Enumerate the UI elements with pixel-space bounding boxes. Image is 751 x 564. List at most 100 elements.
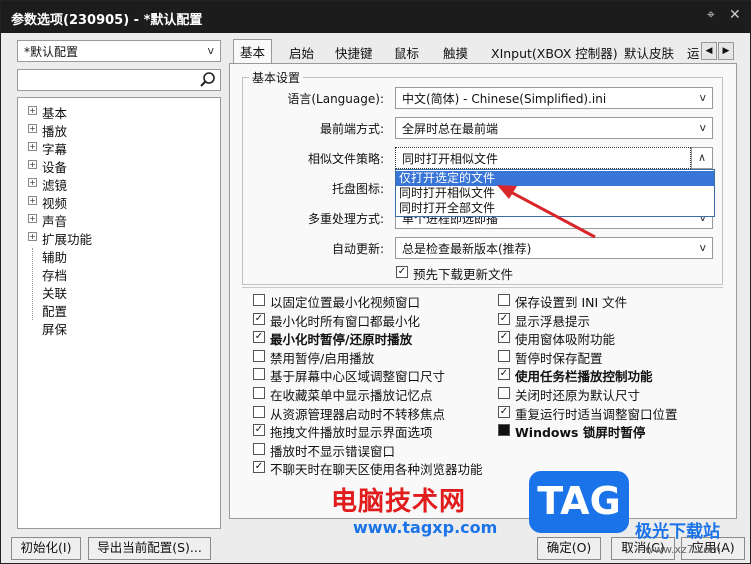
expand-icon[interactable]: + — [28, 214, 37, 223]
topmost-label: 最前端方式: — [319, 122, 384, 136]
preferences-window: 参数选项(230905) - *默认配置 ⌖ ✕ *默认配置 v + 基本 + 播放 +… — [0, 0, 751, 564]
option-label: 保存设置到 INI 文件 — [515, 295, 628, 310]
ok-button[interactable]: 确定(O) — [537, 537, 601, 560]
option-label: 最小化时所有窗口都最小化 — [270, 313, 421, 329]
tree-item-label: 关联 — [42, 286, 68, 301]
checkbox-box — [253, 349, 265, 362]
watermark-site-name: 电脑技术网 — [331, 487, 467, 517]
chevron-down-icon: v — [699, 91, 706, 104]
tab-xinput[interactable]: XInput(XBOX 控制器) — [485, 41, 624, 63]
similar-files-value: 同时打开相似文件 — [402, 152, 499, 166]
tree-item-label: 存档 — [42, 268, 68, 283]
tab-default-skin[interactable]: 默认皮肤 — [618, 41, 680, 63]
checkbox-box — [498, 349, 510, 362]
expand-icon[interactable]: + — [28, 160, 37, 169]
option-label: 基于屏幕中心区域调整窗口尺寸 — [270, 369, 446, 385]
tab-strip: 基本 启始 快捷键 鼠标 触摸 XInput(XBOX 控制器) 默认皮肤 运 … — [229, 39, 737, 64]
checkbox-box — [253, 387, 265, 399]
expand-icon[interactable]: + — [28, 106, 37, 115]
topmost-select[interactable]: 全屏时总在最前端 v — [395, 117, 713, 139]
chevron-down-icon: v — [699, 241, 706, 254]
topmost-value: 全屏时总在最前端 — [402, 122, 499, 136]
option-label: 使用任务栏播放控制功能 — [515, 369, 653, 385]
checkbox-box — [253, 368, 265, 381]
checkbox-box: ✓ — [253, 331, 265, 344]
watermark-right-url: www.xz7.com — [645, 543, 721, 556]
checkbox-box: ✓ — [498, 405, 510, 418]
checkbox-box: ✓ — [253, 312, 265, 325]
option-label: Windows 锁屏时暂停 — [515, 425, 646, 441]
tab-startup[interactable]: 启始 — [283, 41, 320, 63]
checkbox-box — [253, 442, 265, 455]
checkbox-box: ✓ — [253, 461, 265, 474]
tab-shortcuts[interactable]: 快捷键 — [329, 41, 379, 63]
tab-more[interactable]: 运 — [685, 41, 699, 63]
checkbox-box — [498, 294, 510, 306]
auto-update-label: 自动更新: — [331, 242, 384, 256]
option-label: 使用窗体吸附功能 — [515, 332, 616, 348]
tab-scroll-right-icon[interactable]: ▶ — [718, 42, 734, 60]
export-config-button[interactable]: 导出当前配置(S)... — [88, 537, 211, 560]
title-bar: 参数选项(230905) - *默认配置 ⌖ ✕ — [1, 1, 751, 33]
tree-item-label: 配置 — [42, 304, 68, 319]
tree-item-label: 滤镜 — [42, 178, 68, 193]
option-label: 重复运行时适当调整窗口位置 — [515, 406, 678, 422]
expand-icon[interactable]: + — [28, 196, 37, 205]
expand-icon[interactable]: + — [28, 124, 37, 133]
tree-item-label: 辅助 — [42, 250, 68, 265]
option-label: 拖拽文件播放时显示界面选项 — [270, 425, 433, 441]
similar-files-label: 相似文件策略: — [307, 152, 384, 166]
reset-button[interactable]: 初始化(I) — [11, 537, 81, 560]
watermark-site-url: www.tagxp.com — [353, 518, 498, 537]
option-label: 以固定位置最小化视频窗口 — [270, 295, 421, 310]
tree-item-label: 字幕 — [42, 142, 68, 157]
language-label: 语言(Language): — [287, 92, 384, 106]
option-label: 在收藏菜单中显示播放记忆点 — [270, 388, 433, 403]
section-divider — [242, 287, 723, 288]
checkbox-box — [498, 387, 510, 399]
basic-settings-title: 基本设置 — [249, 69, 304, 86]
tab-touch[interactable]: 触摸 — [437, 41, 474, 63]
tree-item-label: 声音 — [42, 214, 68, 229]
profile-select-value: *默认配置 — [24, 45, 79, 59]
close-icon[interactable]: ✕ — [729, 7, 741, 23]
tree-item-label: 播放 — [42, 124, 68, 139]
profile-select[interactable]: *默认配置 v — [17, 40, 221, 62]
option-label: 播放时不显示错误窗口 — [270, 443, 396, 459]
settings-tree: + 基本 + 播放 + 字幕 + 设备 + 滤镜 + 视频 + 声音 + 扩展功能 辅助 存档 关联 配置 屏保 — [17, 97, 221, 529]
tab-mouse[interactable]: 鼠标 — [388, 41, 425, 63]
option-label: 暂停时保存配置 — [515, 350, 603, 366]
expand-icon[interactable]: + — [28, 178, 37, 187]
language-select[interactable]: 中文(简体) - Chinese(Simplified).ini v — [395, 87, 713, 109]
pin-icon[interactable]: ⌖ — [707, 7, 715, 23]
checkbox-box: ✓ — [396, 266, 408, 278]
tab-basic[interactable]: 基本 — [233, 39, 273, 64]
search-input[interactable] — [17, 69, 221, 91]
auto-update-value: 总是检查最新版本(推荐) — [402, 242, 532, 256]
similar-files-select[interactable]: 同时打开相似文件 — [395, 147, 691, 169]
language-value: 中文(简体) - Chinese(Simplified).ini — [402, 92, 607, 106]
predownload-label: 预先下载更新文件 — [413, 267, 514, 282]
tray-icon-label: 托盘图标: — [331, 182, 384, 196]
checkbox-box: ✓ — [498, 368, 510, 381]
checkbox-box — [498, 424, 510, 437]
tree-item-label: 基本 — [42, 106, 68, 121]
watermark-logo-text: TAG — [537, 479, 621, 523]
checkbox-box — [253, 294, 265, 306]
option-label: 禁用暂停/启用播放 — [270, 350, 375, 366]
expand-icon[interactable]: + — [28, 232, 37, 241]
similar-files-toggle[interactable]: ∧ — [691, 147, 713, 169]
tree-item-label: 视频 — [42, 196, 68, 211]
search-icon[interactable] — [199, 71, 217, 89]
tree-item-label: 屏保 — [42, 322, 68, 337]
tab-scroll-left-icon[interactable]: ◀ — [701, 42, 717, 60]
checkbox-box: ✓ — [498, 312, 510, 325]
option-label: 关闭时还原为默认尺寸 — [515, 388, 641, 403]
chevron-down-icon: v — [207, 44, 214, 57]
option-label: 从资源管理器启动时不转移焦点 — [270, 406, 446, 422]
watermark-right-name: 极光下载站 — [635, 522, 720, 542]
option-label: 不聊天时在聊天区使用各种浏览器功能 — [270, 462, 483, 478]
annotation-arrow-icon — [497, 185, 596, 239]
checkbox-box: ✓ — [253, 424, 265, 437]
expand-icon[interactable]: + — [28, 142, 37, 151]
